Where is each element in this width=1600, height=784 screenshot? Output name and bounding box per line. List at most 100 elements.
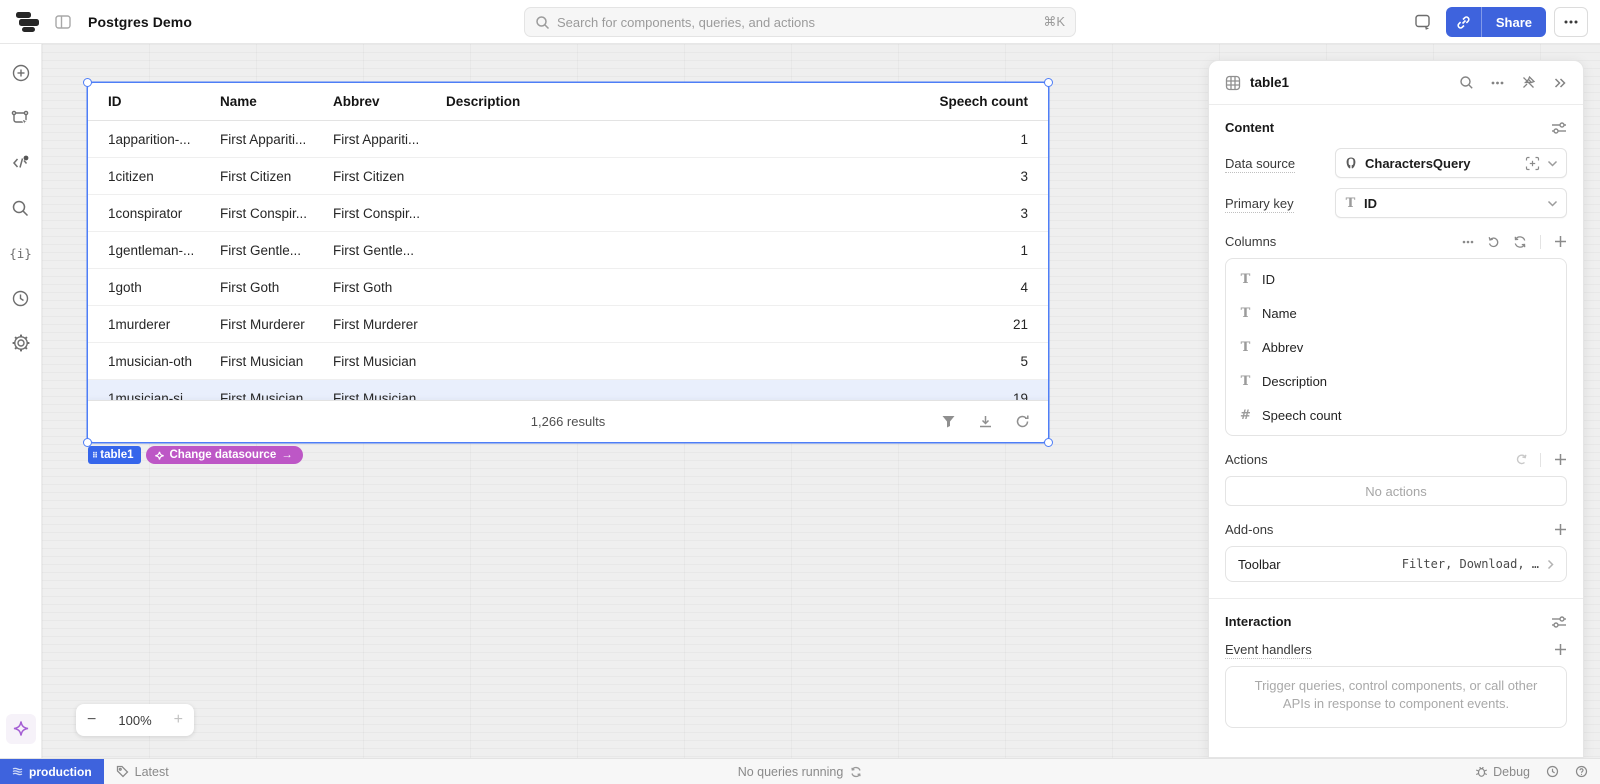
toggle-left-panel-icon[interactable]	[50, 9, 76, 35]
component-name-tag[interactable]: ⠿ table1	[88, 446, 141, 464]
table-row[interactable]: 1gentleman-...First Gentle...First Gentl…	[88, 232, 1048, 269]
table-row[interactable]: 1musician-othFirst MusicianFirst Musicia…	[88, 343, 1048, 380]
resize-handle-top-right[interactable]	[1044, 78, 1053, 87]
canvas[interactable]: ID Name Abbrev Description Speech count …	[42, 44, 1600, 758]
data-source-label: Data source	[1225, 156, 1335, 171]
actions-reset-icon[interactable]	[1514, 453, 1527, 466]
actions-label: Actions	[1225, 452, 1268, 467]
toolbar-addon-row[interactable]: Toolbar Filter, Download, …	[1225, 546, 1567, 582]
history-icon[interactable]	[6, 283, 36, 313]
share-button[interactable]: Share	[1446, 7, 1546, 37]
table-row[interactable]: 1gothFirst GothFirst Goth4	[88, 269, 1048, 306]
add-component-icon[interactable]	[6, 58, 36, 88]
toggle-right-panel-icon[interactable]	[1408, 7, 1438, 37]
content-section-title: Content	[1225, 120, 1274, 135]
table-rows: 1apparition-...First Appariti...First Ap…	[88, 121, 1048, 400]
more-options-icon[interactable]	[1554, 7, 1588, 37]
sync-icon	[850, 766, 862, 778]
primary-key-select[interactable]: T ID	[1335, 188, 1567, 218]
data-source-select[interactable]: CharactersQuery	[1335, 148, 1567, 178]
inspector-more-icon[interactable]	[1491, 81, 1504, 85]
inspector-column-item[interactable]: T Abbrev	[1226, 330, 1566, 364]
column-header-abbrev[interactable]: Abbrev	[333, 94, 446, 109]
search-icon[interactable]	[6, 193, 36, 223]
column-header-name[interactable]: Name	[220, 94, 333, 109]
add-action-icon[interactable]	[1554, 453, 1567, 466]
history-icon[interactable]	[1546, 765, 1559, 778]
table-row[interactable]: 1apparition-...First Appariti...First Ap…	[88, 121, 1048, 158]
column-name: Abbrev	[1262, 340, 1303, 355]
resize-handle-bottom-right[interactable]	[1044, 438, 1053, 447]
drag-handle-icon: ⠿	[92, 451, 97, 460]
settings-icon[interactable]	[6, 328, 36, 358]
help-icon[interactable]	[1575, 765, 1588, 778]
zoom-level[interactable]: 100%	[118, 713, 151, 728]
debug-button[interactable]: Debug	[1475, 765, 1530, 779]
refresh-columns-icon[interactable]	[1513, 235, 1527, 249]
sparkle-icon	[154, 450, 165, 461]
inspector-column-item[interactable]: T Name	[1226, 296, 1566, 330]
chevron-down-icon[interactable]	[1547, 160, 1558, 167]
column-header-id[interactable]: ID	[108, 94, 220, 109]
column-header-speech-count[interactable]: Speech count	[920, 94, 1028, 109]
table-row[interactable]: 1murdererFirst MurdererFirst Murderer21	[88, 306, 1048, 343]
column-type-icon: T	[1239, 306, 1252, 321]
content-settings-icon[interactable]	[1551, 121, 1567, 135]
app-window: Postgres Demo Search for components, que…	[0, 0, 1600, 784]
interaction-settings-icon[interactable]	[1551, 615, 1567, 629]
version-selector[interactable]: Latest	[116, 765, 169, 779]
chevron-down-icon[interactable]	[1547, 200, 1558, 207]
unpin-panel-icon[interactable]	[1521, 75, 1536, 90]
add-column-icon[interactable]	[1554, 235, 1567, 248]
table1-component[interactable]: ID Name Abbrev Description Speech count …	[88, 83, 1048, 442]
interaction-section-title: Interaction	[1225, 614, 1291, 629]
arrow-right-icon: →	[281, 449, 293, 461]
zoom-out-button[interactable]: −	[87, 711, 96, 729]
reset-columns-icon[interactable]	[1487, 235, 1500, 248]
resize-handle-bottom-left[interactable]	[83, 438, 92, 447]
code-editor-icon[interactable]	[6, 148, 36, 178]
retool-logo-icon[interactable]	[16, 12, 40, 32]
refresh-icon[interactable]	[1015, 414, 1030, 429]
global-search-input[interactable]: Search for components, queries, and acti…	[524, 7, 1076, 37]
inspector-column-item[interactable]: # Speech count	[1226, 398, 1566, 432]
state-icon[interactable]: {i}	[6, 238, 36, 268]
primary-key-label: Primary key	[1225, 196, 1335, 211]
table-row[interactable]: 1conspiratorFirst Conspir...First Conspi…	[88, 195, 1048, 232]
toolbar-addon-label: Toolbar	[1238, 557, 1281, 572]
copy-link-icon[interactable]	[1446, 7, 1482, 37]
select-tool-icon[interactable]	[6, 103, 36, 133]
no-actions-placeholder: No actions	[1225, 476, 1567, 506]
add-addon-icon[interactable]	[1554, 523, 1567, 536]
column-header-description[interactable]: Description	[446, 94, 920, 109]
results-count: 1,266 results	[88, 414, 1048, 429]
filter-icon[interactable]	[941, 414, 956, 429]
search-placeholder: Search for components, queries, and acti…	[557, 15, 1043, 30]
zoom-in-button[interactable]: +	[174, 711, 183, 729]
inspector-column-item[interactable]: T Description	[1226, 364, 1566, 398]
column-type-icon: T	[1239, 374, 1252, 389]
left-toolbar: {i}	[0, 44, 42, 758]
add-event-handler-icon[interactable]	[1554, 643, 1567, 656]
inspector-header: table1	[1209, 61, 1583, 105]
environment-name: production	[29, 765, 92, 779]
text-type-icon: T	[1344, 196, 1357, 211]
open-query-icon[interactable]	[1525, 156, 1540, 171]
component-tags: ⠿ table1 Change datasource →	[88, 446, 303, 464]
debug-icon	[1475, 765, 1488, 778]
toolbar-addon-value: Filter, Download, …	[1402, 557, 1539, 571]
change-datasource-button[interactable]: Change datasource →	[146, 446, 303, 464]
inspector-column-item[interactable]: T ID	[1226, 262, 1566, 296]
download-icon[interactable]	[978, 414, 993, 429]
resize-handle-top-left[interactable]	[83, 78, 92, 87]
table-header-row: ID Name Abbrev Description Speech count	[88, 83, 1048, 121]
collapse-panel-icon[interactable]	[1553, 77, 1567, 89]
environment-selector[interactable]: production	[0, 759, 104, 784]
ai-assistant-icon[interactable]	[6, 714, 36, 744]
table-row[interactable]: 1musician-si...First Musician...First Mu…	[88, 380, 1048, 400]
inspector-search-icon[interactable]	[1459, 75, 1474, 90]
table-row[interactable]: 1citizenFirst CitizenFirst Citizen3	[88, 158, 1048, 195]
event-handlers-label: Event handlers	[1225, 642, 1312, 657]
share-button-label[interactable]: Share	[1482, 7, 1546, 37]
columns-more-icon[interactable]	[1462, 240, 1474, 244]
